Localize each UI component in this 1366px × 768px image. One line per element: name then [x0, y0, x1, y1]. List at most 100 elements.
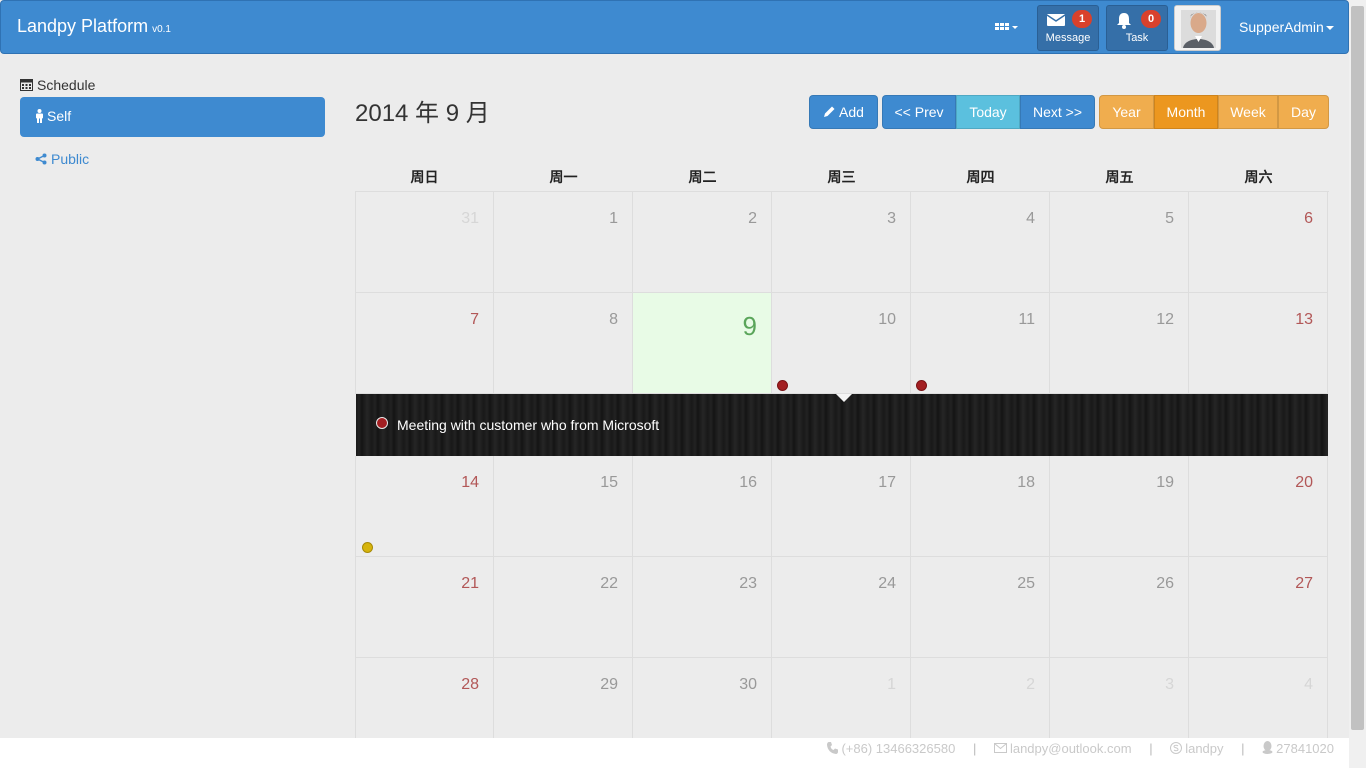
day-cell[interactable]: 5: [1050, 192, 1189, 293]
footer: (+86) 13466326580 | landpy@outlook.com |…: [0, 738, 1349, 768]
sidebar-title: Schedule: [20, 77, 95, 93]
day-cell[interactable]: 15: [494, 456, 633, 557]
day-number: 12: [1156, 311, 1174, 328]
weekday-header: 周五: [1105, 169, 1134, 185]
event-color-dot: [376, 417, 388, 429]
day-number: 14: [461, 474, 479, 491]
apps-grid-icon[interactable]: [993, 17, 1021, 39]
day-cell[interactable]: 19: [1050, 456, 1189, 557]
day-cell[interactable]: 23: [633, 557, 772, 658]
brand[interactable]: Landpy Platform v0.1: [17, 16, 171, 37]
view-month-button[interactable]: Month: [1154, 95, 1218, 129]
day-number: 23: [739, 575, 757, 592]
day-cell[interactable]: 16: [633, 456, 772, 557]
event-title-link[interactable]: Meeting with customer who from Microsoft: [397, 417, 659, 433]
day-cell[interactable]: 7: [355, 293, 494, 394]
day-number: 4: [1304, 676, 1313, 693]
day-number: 20: [1295, 474, 1313, 491]
weekday-header: 周六: [1244, 169, 1273, 185]
event-dot[interactable]: [777, 380, 788, 391]
day-cell[interactable]: 13: [1189, 293, 1328, 394]
message-label: Message: [1045, 32, 1091, 44]
calendar-icon: [20, 79, 33, 91]
task-badge: 0: [1141, 10, 1161, 28]
day-number: 31: [461, 210, 479, 227]
day-number: 28: [461, 676, 479, 693]
weekday-header: 周四: [966, 169, 995, 185]
event-dot[interactable]: [362, 542, 373, 553]
calendar-grid: 31 1 2 3 4 5 6 7 8 9 10 11 12 13 14 15 1…: [355, 191, 1329, 759]
user-icon: [36, 109, 43, 123]
day-number: 1: [887, 676, 896, 693]
day-cell[interactable]: 1: [494, 192, 633, 293]
day-number: 3: [1165, 676, 1174, 693]
day-cell[interactable]: 17: [772, 456, 911, 557]
day-number: 25: [1017, 575, 1035, 592]
day-cell[interactable]: 20: [1189, 456, 1328, 557]
caret-down-icon: [1325, 26, 1334, 31]
view-day-button[interactable]: Day: [1278, 95, 1329, 129]
day-cell[interactable]: 31: [355, 192, 494, 293]
day-number: 5: [1165, 210, 1174, 227]
top-navbar: Landpy Platform v0.1 1 Message 0 Task Su…: [0, 0, 1349, 54]
add-button[interactable]: Add: [809, 95, 878, 129]
day-number: 2: [748, 210, 757, 227]
day-cell[interactable]: 27: [1189, 557, 1328, 658]
day-cell[interactable]: 3: [772, 192, 911, 293]
day-cell[interactable]: 26: [1050, 557, 1189, 658]
message-badge: 1: [1072, 10, 1092, 28]
task-button[interactable]: 0 Task: [1106, 5, 1168, 51]
day-cell[interactable]: 24: [772, 557, 911, 658]
avatar[interactable]: [1174, 5, 1221, 51]
day-number: 10: [878, 311, 896, 328]
day-number: 24: [878, 575, 896, 592]
day-cell[interactable]: 21: [355, 557, 494, 658]
day-cell[interactable]: 25: [911, 557, 1050, 658]
skype-icon: [1170, 742, 1183, 754]
day-cell[interactable]: 6: [1189, 192, 1328, 293]
day-number: 15: [600, 474, 618, 491]
footer-divider: |: [972, 741, 977, 756]
day-number: 26: [1156, 575, 1174, 592]
event-dot[interactable]: [916, 380, 927, 391]
view-week-button[interactable]: Week: [1218, 95, 1278, 129]
view-year-button[interactable]: Year: [1099, 95, 1154, 129]
sidebar-item-label: Self: [47, 108, 72, 124]
sidebar-title-text: Schedule: [37, 77, 96, 93]
day-cell[interactable]: 2: [633, 192, 772, 293]
day-cell[interactable]: 8: [494, 293, 633, 394]
scrollbar-thumb[interactable]: [1351, 6, 1364, 730]
day-cell[interactable]: 22: [494, 557, 633, 658]
day-cell-today[interactable]: 9: [633, 293, 772, 394]
day-number: 1: [609, 210, 618, 227]
footer-email[interactable]: landpy@outlook.com: [1010, 741, 1132, 756]
day-cell[interactable]: 18: [911, 456, 1050, 557]
day-cell[interactable]: 10: [772, 293, 911, 394]
weekday-header: 周日: [410, 169, 439, 185]
next-button[interactable]: Next >>: [1020, 95, 1095, 129]
day-cell[interactable]: 11: [911, 293, 1050, 394]
brand-version: v0.1: [152, 24, 171, 35]
day-number: 4: [1026, 210, 1035, 227]
prev-button[interactable]: << Prev: [882, 95, 956, 129]
day-cell[interactable]: 14: [355, 456, 494, 557]
sidebar-item-public[interactable]: Public: [35, 151, 89, 167]
day-number: 22: [600, 575, 618, 592]
add-label: Add: [839, 104, 864, 120]
day-number: 27: [1295, 575, 1313, 592]
weekday-header: 周二: [688, 169, 717, 185]
day-number: 7: [470, 311, 479, 328]
footer-divider: |: [1149, 741, 1153, 756]
page-scrollbar[interactable]: [1349, 0, 1366, 768]
today-button[interactable]: Today: [956, 95, 1020, 129]
qq-icon: [1262, 741, 1273, 754]
message-button[interactable]: 1 Message: [1037, 5, 1099, 51]
footer-skype: landpy: [1185, 741, 1224, 756]
day-number: 6: [1304, 210, 1313, 227]
pencil-icon: [824, 106, 835, 117]
sidebar-item-self[interactable]: Self: [20, 97, 325, 137]
user-menu[interactable]: SupperAdmin: [1239, 19, 1334, 35]
day-cell[interactable]: 12: [1050, 293, 1189, 394]
day-cell[interactable]: 4: [911, 192, 1050, 293]
weekday-header: 周三: [827, 169, 856, 185]
